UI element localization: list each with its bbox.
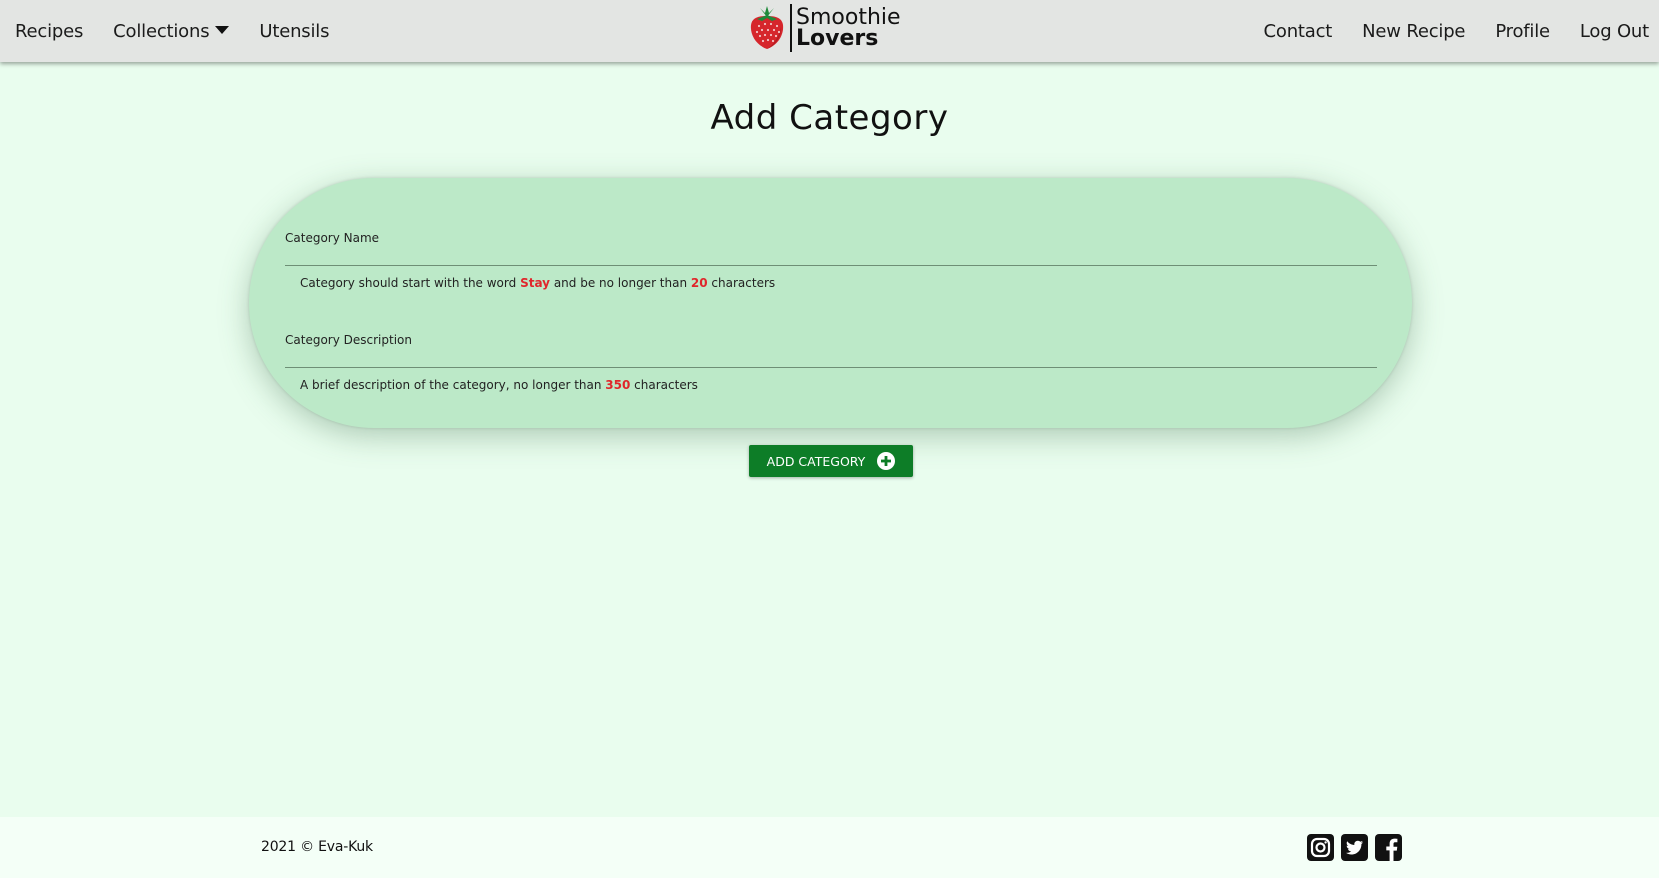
footer: 2021 © Eva-Kuk xyxy=(0,817,1659,878)
nav-link-recipes[interactable]: Recipes xyxy=(15,21,83,42)
add-category-button[interactable]: ADD CATEGORY xyxy=(749,445,913,477)
twitter-icon xyxy=(1341,834,1368,861)
nav-link-profile[interactable]: Profile xyxy=(1495,21,1550,42)
helper-highlight-limit: 350 xyxy=(605,378,631,392)
add-category-form: Category Name Category should start with… xyxy=(249,178,1412,428)
category-name-field: Category Name Category should start with… xyxy=(285,230,1377,291)
instagram-link[interactable] xyxy=(1307,834,1334,861)
category-description-input[interactable] xyxy=(285,350,1377,368)
category-description-helper: A brief description of the category, no … xyxy=(285,377,1377,393)
nav-link-new-recipe[interactable]: New Recipe xyxy=(1362,21,1465,42)
facebook-link[interactable] xyxy=(1375,834,1402,861)
helper-text: and be no longer than xyxy=(550,276,691,290)
caret-down-icon xyxy=(215,26,230,34)
copyright-text: 2021 © Eva-Kuk xyxy=(261,839,373,855)
helper-text: characters xyxy=(707,276,776,290)
nav-left: Recipes Collections Utensils xyxy=(15,0,329,62)
helper-highlight-limit: 20 xyxy=(690,276,708,290)
nav-dropdown-collections[interactable]: Collections xyxy=(113,20,230,42)
page-title: Add Category xyxy=(710,98,949,138)
helper-text: A brief description of the category, no … xyxy=(300,378,606,392)
instagram-icon xyxy=(1307,834,1334,861)
helper-text: characters xyxy=(630,378,698,392)
navbar: Recipes Collections Utensils Smoothie Lo… xyxy=(0,0,1659,62)
nav-link-collections-label: Collections xyxy=(113,20,210,42)
nav-link-utensils[interactable]: Utensils xyxy=(259,21,329,42)
plus-circle-icon xyxy=(877,452,896,470)
brand-line-1: Smoothie xyxy=(796,5,901,30)
category-description-label: Category Description xyxy=(285,333,412,347)
facebook-icon xyxy=(1375,834,1402,861)
brand-divider xyxy=(790,4,792,52)
category-name-input[interactable] xyxy=(285,248,1377,266)
twitter-link[interactable] xyxy=(1341,834,1368,861)
brand-logo-link[interactable]: Smoothie Lovers xyxy=(748,3,901,53)
nav-right: Contact New Recipe Profile Log Out xyxy=(1264,0,1650,62)
category-description-field: Category Description A brief description… xyxy=(285,332,1377,393)
nav-link-logout[interactable]: Log Out xyxy=(1580,21,1649,42)
helper-highlight-word: Stay xyxy=(520,276,550,290)
helper-text: Category should start with the word xyxy=(300,276,521,290)
nav-link-contact[interactable]: Contact xyxy=(1264,21,1333,42)
brand-line-2: Lovers xyxy=(796,26,879,51)
add-category-button-label: ADD CATEGORY xyxy=(766,453,866,469)
strawberry-icon xyxy=(750,6,784,49)
category-name-helper: Category should start with the word Stay… xyxy=(285,275,1377,291)
social-links xyxy=(1307,834,1402,861)
brand-text: Smoothie Lovers xyxy=(796,5,901,51)
category-name-label: Category Name xyxy=(285,231,380,245)
